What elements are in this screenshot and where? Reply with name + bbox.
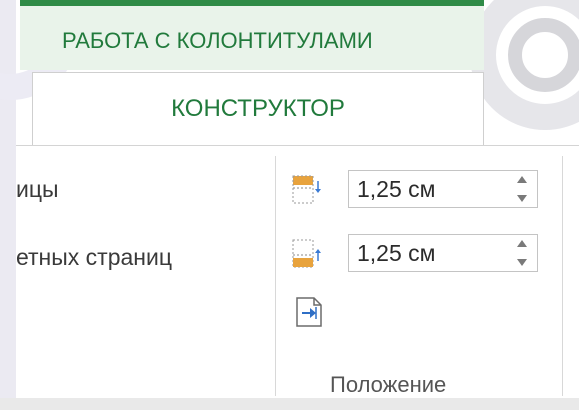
header-footer-tools-context: РАБОТА С КОЛОНТИТУЛАМИ (20, 0, 484, 70)
group-separator (562, 156, 563, 396)
header-from-top-icon (292, 175, 321, 204)
option-different-odd-even-pages[interactable]: етных страниц (16, 244, 172, 271)
word-ribbon-crop: РАБОТА С КОЛОНТИТУЛАМИ КОНСТРУКТОР ицы е… (0, 0, 579, 410)
footer-from-bottom-icon (292, 239, 321, 268)
ribbon-bottom-edge (0, 398, 579, 410)
footer-offset-field[interactable]: 1,25 см (348, 234, 538, 272)
spinner-arrows-icon[interactable] (515, 173, 529, 205)
background-decoration (508, 18, 579, 92)
option-different-first-page[interactable]: ицы (16, 176, 59, 203)
insert-alignment-tab-icon[interactable] (294, 296, 324, 328)
header-offset-value: 1,25 см (357, 176, 436, 202)
group-separator (275, 156, 276, 396)
position-group-label: Положение (330, 372, 447, 397)
context-tab-title: РАБОТА С КОЛОНТИТУЛАМИ (62, 28, 373, 53)
tab-design-label: КОНСТРУКТОР (171, 95, 345, 122)
background-decoration (470, 0, 579, 130)
spinner-arrows-icon[interactable] (515, 237, 529, 269)
background-strip (0, 0, 16, 410)
header-offset-field[interactable]: 1,25 см (348, 170, 538, 208)
footer-offset-value: 1,25 см (357, 240, 436, 266)
tab-design[interactable]: КОНСТРУКТОР (32, 72, 484, 146)
